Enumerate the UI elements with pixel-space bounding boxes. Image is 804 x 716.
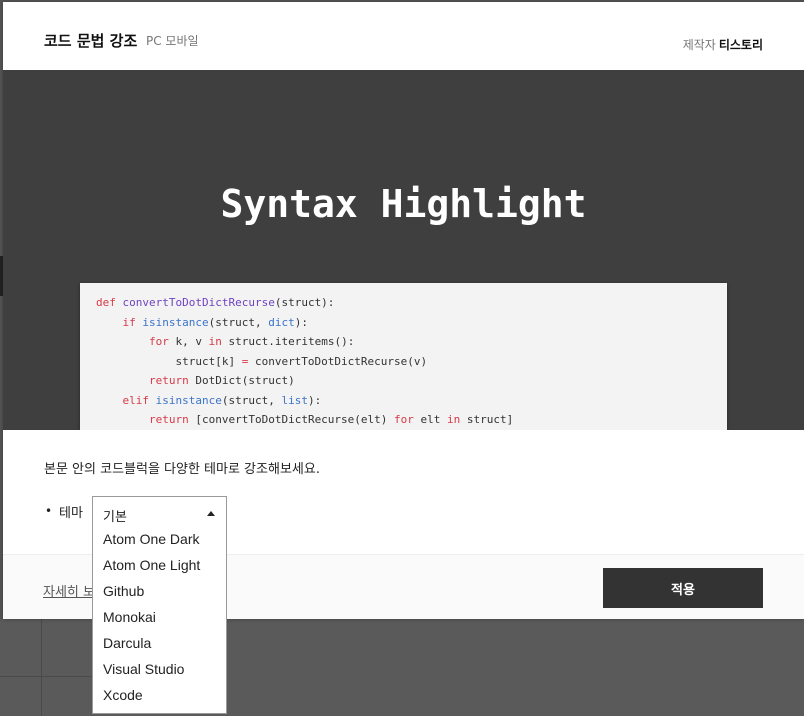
platform-tags: PC 모바일 xyxy=(146,34,199,48)
code-token-keyword: elif xyxy=(122,393,150,407)
code-token-builtin: isinstance xyxy=(155,393,222,407)
code-token-builtin: dict xyxy=(268,315,295,329)
code-token-operator: = xyxy=(241,354,249,368)
background-divider xyxy=(0,676,92,677)
code-line: def convertToDotDictRecurse(struct): xyxy=(96,296,335,309)
plugin-description: 본문 안의 코드블럭을 다양한 테마로 강조해보세요. xyxy=(44,462,320,477)
theme-option-darcula[interactable]: Darcula xyxy=(93,632,226,658)
maker-info: 제작자 티스토리 xyxy=(683,36,763,53)
code-line: for k, v in struct.iteritems(): xyxy=(148,335,355,348)
theme-option-monokai[interactable]: Monokai xyxy=(93,606,226,632)
code-block: def convertToDotDictRecurse(struct): if … xyxy=(80,283,727,430)
code-token-keyword: return xyxy=(148,413,189,426)
bullet-icon: • xyxy=(45,504,53,518)
code-line: struct[k] = convertToDotDictRecurse(v) xyxy=(96,354,428,368)
code-token-keyword: for xyxy=(394,413,414,426)
more-info-link[interactable]: 자세히 보 xyxy=(43,581,95,600)
theme-select-current: 기본 xyxy=(103,510,127,525)
theme-option-xcode[interactable]: Xcode xyxy=(93,684,226,710)
theme-option-visual-studio[interactable]: Visual Studio xyxy=(93,658,226,684)
code-token-keyword: if xyxy=(122,315,136,329)
background-divider xyxy=(41,619,42,716)
code-token-keyword: in xyxy=(447,413,461,426)
theme-preview: Syntax Highlight def convertToDotDictRec… xyxy=(3,70,804,430)
modal-header: 코드 문법 강조 PC 모바일 제작자 티스토리 xyxy=(3,2,804,70)
code-token-builtin: isinstance xyxy=(142,315,209,329)
code-token-keyword: in xyxy=(208,335,222,348)
maker-name: 티스토리 xyxy=(718,38,763,52)
code-token-keyword: return xyxy=(148,374,189,387)
code-token-function: convertToDotDictRecurse xyxy=(122,296,275,309)
maker-label: 제작자 xyxy=(682,38,716,52)
caret-up-icon xyxy=(207,511,215,516)
code-line: elif isinstance(struct, list): xyxy=(122,393,322,407)
code-token-keyword: def xyxy=(96,296,116,309)
theme-label: 테마 xyxy=(59,506,83,521)
code-token-builtin: list xyxy=(281,393,308,407)
plugin-title: 코드 문법 강조 xyxy=(44,32,138,50)
preview-title: Syntax Highlight xyxy=(220,182,587,226)
apply-button[interactable]: 적용 xyxy=(603,568,763,608)
code-token-keyword: for xyxy=(148,335,169,348)
code-line: if isinstance(struct, dict): xyxy=(122,315,308,329)
code-line: return DotDict(struct) xyxy=(148,374,295,387)
theme-select[interactable]: 기본 Atom One Dark Atom One Light Github M… xyxy=(92,496,227,714)
code-line: return [convertToDotDictRecurse(elt) for… xyxy=(148,413,514,426)
theme-select-value[interactable]: 기본 xyxy=(93,497,226,528)
theme-option-github[interactable]: Github xyxy=(93,580,226,606)
theme-option-atom-one-dark[interactable]: Atom One Dark xyxy=(93,528,226,554)
theme-option-atom-one-light[interactable]: Atom One Light xyxy=(93,554,226,580)
